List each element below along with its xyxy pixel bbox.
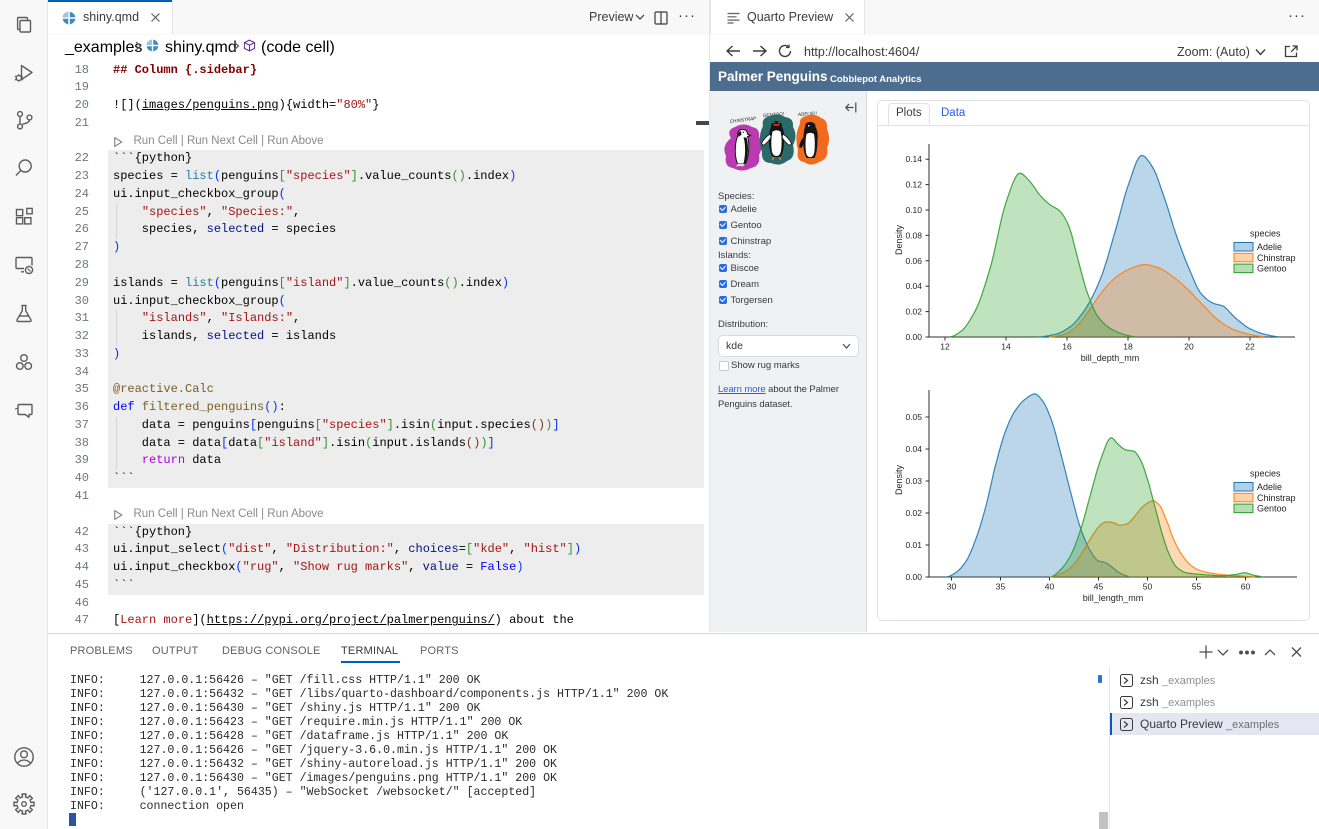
svg-text:35: 35 xyxy=(996,582,1006,592)
svg-text:Density: Density xyxy=(894,224,904,255)
svg-text:40: 40 xyxy=(1045,582,1055,592)
svg-text:0.01: 0.01 xyxy=(905,540,922,550)
svg-text:0.04: 0.04 xyxy=(905,444,922,454)
svg-text:0.04: 0.04 xyxy=(905,281,922,291)
svg-text:species: species xyxy=(1250,469,1281,479)
svg-text:18: 18 xyxy=(1123,342,1133,352)
svg-text:0.12: 0.12 xyxy=(905,180,922,190)
svg-text:species: species xyxy=(1250,229,1281,239)
svg-text:55: 55 xyxy=(1192,582,1202,592)
svg-text:bill_length_mm: bill_length_mm xyxy=(1083,593,1144,603)
svg-text:0.00: 0.00 xyxy=(905,572,922,582)
svg-text:50: 50 xyxy=(1143,582,1153,592)
svg-text:0.06: 0.06 xyxy=(905,256,922,266)
svg-text:0.03: 0.03 xyxy=(905,476,922,486)
svg-text:0.10: 0.10 xyxy=(905,205,922,215)
svg-text:16: 16 xyxy=(1062,342,1072,352)
svg-text:CHINSTRAP: CHINSTRAP xyxy=(730,116,758,124)
svg-text:Adelie: Adelie xyxy=(1257,482,1282,492)
svg-text:30: 30 xyxy=(947,582,957,592)
svg-text:bill_depth_mm: bill_depth_mm xyxy=(1081,353,1140,363)
svg-text:Gentoo: Gentoo xyxy=(1257,504,1287,514)
svg-text:Gentoo: Gentoo xyxy=(1257,264,1287,274)
svg-text:0.02: 0.02 xyxy=(905,508,922,518)
svg-text:Chinstrap: Chinstrap xyxy=(1257,253,1296,263)
svg-text:Adelie: Adelie xyxy=(1257,242,1282,252)
svg-text:60: 60 xyxy=(1241,582,1251,592)
svg-text:12: 12 xyxy=(940,342,950,352)
svg-text:45: 45 xyxy=(1094,582,1104,592)
svg-text:0.08: 0.08 xyxy=(905,230,922,240)
svg-text:0.02: 0.02 xyxy=(905,307,922,317)
svg-text:0.00: 0.00 xyxy=(905,332,922,342)
svg-text:0.05: 0.05 xyxy=(905,412,922,422)
svg-text:Chinstrap: Chinstrap xyxy=(1257,493,1296,503)
svg-text:20: 20 xyxy=(1184,342,1194,352)
svg-text:22: 22 xyxy=(1245,342,1255,352)
svg-text:0.14: 0.14 xyxy=(905,154,922,164)
svg-text:Density: Density xyxy=(894,464,904,495)
svg-text:14: 14 xyxy=(1001,342,1011,352)
